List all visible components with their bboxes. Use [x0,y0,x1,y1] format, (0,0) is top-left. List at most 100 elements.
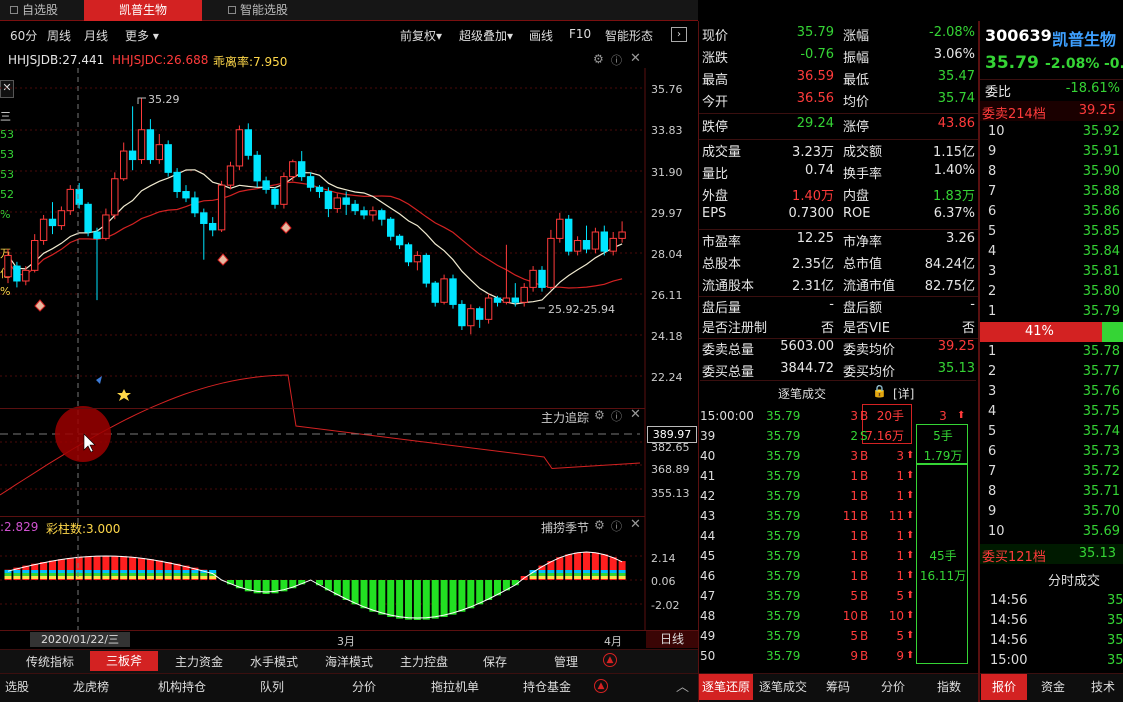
sub2-title: 捕捞季节 [541,521,590,535]
manage-button[interactable]: 管理 [554,653,578,670]
quote-label: 委卖均价 [843,343,896,358]
trade-tab[interactable]: 逐笔成交 [755,674,811,700]
trade-tab-active[interactable]: 逐笔还原 [699,674,753,700]
save-button[interactable]: 保存 [483,653,507,670]
sell-level[interactable]: 4 35.84 [985,242,1123,262]
candle-body [582,240,591,250]
candle-body [209,222,217,231]
candle-body [306,176,315,188]
collapse-icon[interactable]: ︿ [676,676,689,695]
trade-amount: 1 [896,529,904,543]
bottom-tab[interactable]: 龙虎榜 [60,674,122,700]
month-label: 3月 [337,635,355,648]
sell-level[interactable]: 6 35.86 [985,202,1123,222]
wb-label: 委比 [985,85,1012,100]
candle-body [31,240,39,271]
quote-value: 3.26 [946,231,975,246]
period-indicator[interactable]: 日线 [646,631,698,648]
sell-level[interactable]: 5 35.85 [985,222,1123,242]
right-tab[interactable]: 技术 [1080,674,1123,700]
buy-level[interactable]: 6 35.73 [985,442,1123,462]
trade-price: 35.79 [766,509,801,523]
stock-name[interactable]: 凯普生物 [1052,26,1116,50]
quote-label: 涨跌 [702,51,729,66]
bottom-tab[interactable]: 拖拉机单 [420,674,490,700]
candle-body [449,278,457,305]
bottom-tab[interactable]: 分价 [335,674,393,700]
indicator-tab[interactable]: 主力控盘 [400,653,448,670]
quote-label: 量比 [702,167,729,182]
sub2-legend: :2.829 [0,520,39,534]
histogram-segment [609,576,617,579]
indicator-tab-active[interactable]: 三板斧 [90,651,158,671]
quote-label: 是否VIE [843,321,890,336]
sell-level[interactable]: 9 35.91 [985,142,1123,162]
settings-icon[interactable]: ⚙ [594,408,605,422]
detail-link[interactable]: [详] [893,385,914,402]
histogram-segment [547,573,555,576]
help-icon[interactable]: ⓘ [611,408,622,424]
indicator-tab[interactable]: 传统指标 [26,653,74,670]
trade-row: 40 35.79 3 B 3 ⬆ 1.79万 [700,446,975,466]
bottom-tab[interactable]: 选股 [0,674,34,700]
help-icon[interactable]: ⓘ [611,518,622,534]
buy-level[interactable]: 4 35.75 [985,402,1123,422]
candle-body [128,150,137,161]
histogram-segment [93,570,101,573]
right-tab[interactable]: 资金 [1030,674,1076,700]
histogram-segment [618,573,626,576]
sell-level[interactable]: 3 35.81 [985,262,1123,282]
indicator-tab[interactable]: 主力资金 [175,653,223,670]
histogram-segment [209,576,217,579]
divider [699,113,978,114]
quote-label: 市净率 [843,235,883,250]
buy-level[interactable]: 3 35.76 [985,382,1123,402]
quote-label: 最低 [843,73,870,88]
quote-value: 1.40% [933,163,975,178]
bottom-tab[interactable]: 队列 [243,674,301,700]
indicator-tab[interactable]: 海洋模式 [325,653,373,670]
expand-up-icon[interactable]: ▲ [603,653,617,667]
expand-up-icon[interactable]: ▲ [594,679,608,693]
histogram-bar [396,580,404,619]
trade-tab[interactable]: 指数 [924,674,974,700]
lock-icon[interactable]: 🔒 [872,384,887,398]
close-icon[interactable]: ✕ [630,517,641,532]
histogram-segment [547,576,555,579]
candle-body [378,210,386,220]
quote-value: 29.24 [796,116,834,131]
sell-level[interactable]: 8 35.90 [985,162,1123,182]
close-icon[interactable]: ✕ [630,407,641,422]
indicator-tab[interactable]: 水手模式 [250,653,298,670]
trade-time: 45 [700,549,716,563]
right-tab-active[interactable]: 报价 [981,674,1027,700]
bottom-tab[interactable]: 机构持仓 [150,674,214,700]
buy-level[interactable]: 8 35.71 [985,482,1123,502]
buy-level[interactable]: 7 35.72 [985,462,1123,482]
trade-tab[interactable]: 筹码 [815,674,861,700]
buy-level[interactable]: 10 35.69 [985,522,1123,542]
arrow-up-icon: ⬆ [906,610,915,621]
quote-value: 否 [820,321,834,336]
buy-level[interactable]: 1 35.78 [985,342,1123,362]
quote-value: 39.25 [937,339,975,354]
candle-body [333,197,342,210]
sell-level[interactable]: 1 35.79 [985,302,1123,322]
buy-level[interactable]: 9 35.70 [985,502,1123,522]
trade-tab[interactable]: 分价 [868,674,918,700]
candle-body [120,150,128,180]
buy-level[interactable]: 2 35.77 [985,362,1123,382]
divider [699,229,978,230]
sell-level[interactable]: 10 35.92 [985,122,1123,142]
kline-chart[interactable] [0,0,698,660]
histogram-segment [31,570,39,573]
divider [699,139,978,140]
bottom-tab[interactable]: 持仓基金 [510,674,584,700]
buy-level[interactable]: 5 35.74 [985,422,1123,442]
candle-body [484,297,493,320]
level-index: 6 [988,204,997,219]
histogram-segment [173,573,181,576]
settings-icon[interactable]: ⚙ [594,518,605,532]
sell-level[interactable]: 2 35.80 [985,282,1123,302]
sell-level[interactable]: 7 35.88 [985,182,1123,202]
